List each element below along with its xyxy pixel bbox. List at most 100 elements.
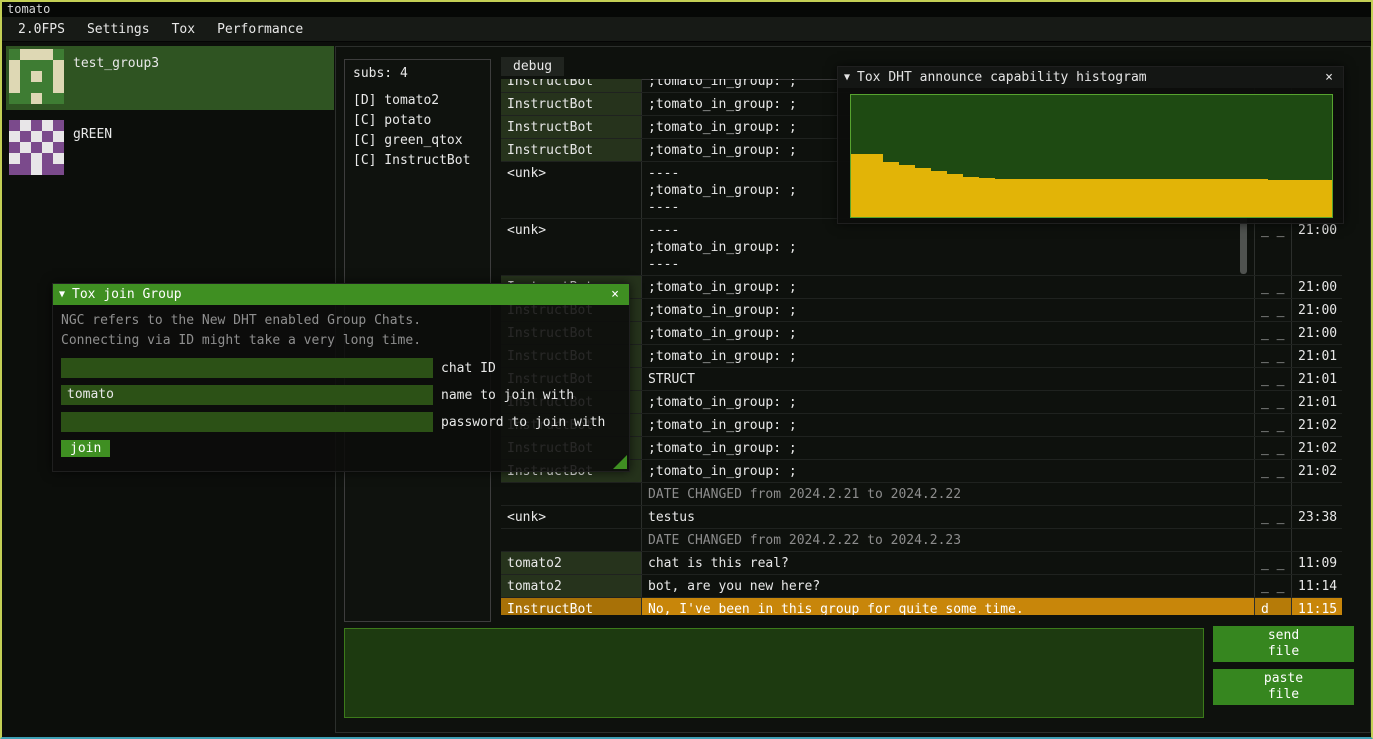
message-text-cell: ;tomato_in_group: ; — [641, 460, 1254, 482]
status-cell — [1254, 529, 1291, 551]
close-icon[interactable]: × — [607, 287, 623, 302]
member-item: [C] InstructBot — [353, 151, 490, 171]
status-cell: _ _ — [1254, 322, 1291, 344]
join-group-titlebar[interactable]: ▼ Tox join Group × — [53, 284, 629, 305]
histogram-bar — [995, 179, 1011, 217]
message-text-cell: ---- ;tomato_in_group: ; ---- — [641, 219, 1254, 275]
dht-histogram-window: ▼ Tox DHT announce capability histogram … — [837, 66, 1344, 224]
group-name: gREEN — [73, 127, 112, 142]
histogram-bar — [851, 154, 867, 217]
sender-cell: InstructBot — [501, 598, 641, 615]
status-cell: _ _ — [1254, 276, 1291, 298]
histogram-bar — [1124, 179, 1140, 217]
sender-cell: tomato2 — [501, 575, 641, 597]
histogram-bar — [1236, 179, 1252, 217]
message-row: InstructBotNo, I've been in this group f… — [501, 598, 1342, 615]
time-cell: 23:38 — [1291, 506, 1342, 528]
status-cell: _ _ — [1254, 575, 1291, 597]
join-fields: chat IDtomatoname to join withpassword t… — [53, 358, 629, 432]
join-name-input[interactable]: tomato — [61, 385, 433, 405]
collapse-arrow-icon[interactable]: ▼ — [844, 72, 850, 83]
histogram-bar — [963, 177, 979, 217]
time-cell — [1291, 529, 1342, 551]
sender-cell: tomato2 — [501, 552, 641, 574]
sender-cell: InstructBot — [501, 116, 641, 138]
group-avatar — [9, 49, 64, 104]
group-item-green[interactable]: gREEN — [6, 117, 334, 181]
date-separator-row: DATE CHANGED from 2024.2.21 to 2024.2.22 — [501, 483, 1342, 506]
member-item: [C] potato — [353, 111, 490, 131]
join-name-label: name to join with — [441, 388, 574, 403]
join-info-line-1: NGC refers to the New DHT enabled Group … — [53, 305, 629, 331]
time-cell: 21:01 — [1291, 391, 1342, 413]
menu-item-performance[interactable]: Performance — [207, 20, 313, 39]
app-window: tomato 2.0FPSSettingsToxPerformance test… — [0, 0, 1373, 739]
tab-debug[interactable]: debug — [501, 57, 564, 76]
time-cell: 11:15 — [1291, 598, 1342, 615]
status-cell: _ _ — [1254, 299, 1291, 321]
time-cell: 21:01 — [1291, 368, 1342, 390]
date-separator-row: DATE CHANGED from 2024.2.22 to 2024.2.23 — [501, 529, 1342, 552]
status-cell: _ _ — [1254, 345, 1291, 367]
status-cell: _ _ — [1254, 506, 1291, 528]
histogram-bar — [915, 168, 931, 217]
message-text-cell: ;tomato_in_group: ; — [641, 414, 1254, 436]
time-cell: 21:00 — [1291, 219, 1342, 275]
chat-id-input[interactable] — [61, 358, 433, 378]
histogram-bar — [1091, 179, 1107, 217]
histogram-bar — [1284, 180, 1300, 217]
menu-item-2-0fps[interactable]: 2.0FPS — [8, 20, 75, 39]
status-cell: _ _ — [1254, 414, 1291, 436]
histogram-bar — [899, 165, 915, 217]
message-text-cell: bot, are you new here? — [641, 575, 1254, 597]
status-cell: _ _ — [1254, 552, 1291, 574]
histogram-bar — [1220, 179, 1236, 217]
group-name: test_group3 — [73, 56, 159, 71]
sender-cell: <unk> — [501, 506, 641, 528]
histogram-bar — [867, 154, 883, 217]
menu-bar: 2.0FPSSettingsToxPerformance — [2, 17, 1371, 42]
status-cell: _ _ — [1254, 368, 1291, 390]
send-file-button[interactable]: send file — [1213, 626, 1354, 662]
menu-item-settings[interactable]: Settings — [77, 20, 160, 39]
resize-grip[interactable] — [613, 455, 627, 469]
message-text-cell: ;tomato_in_group: ; — [641, 345, 1254, 367]
join-button[interactable]: join — [61, 440, 110, 457]
message-text-cell: ;tomato_in_group: ; — [641, 299, 1254, 321]
message-text-cell: DATE CHANGED from 2024.2.21 to 2024.2.22 — [641, 483, 1254, 505]
menu-item-tox[interactable]: Tox — [162, 20, 205, 39]
message-row: <unk>testus_ _23:38 — [501, 506, 1342, 529]
status-cell: _ _ — [1254, 219, 1291, 275]
dht-histogram-titlebar[interactable]: ▼ Tox DHT announce capability histogram … — [838, 67, 1343, 88]
status-cell: d — [1254, 598, 1291, 615]
dht-histogram-title: Tox DHT announce capability histogram — [857, 70, 1147, 85]
sender-cell: <unk> — [501, 162, 641, 218]
group-avatar — [9, 120, 64, 175]
time-cell: 21:02 — [1291, 437, 1342, 459]
histogram-bar — [979, 178, 995, 217]
histogram-bar — [947, 174, 963, 217]
time-cell: 21:02 — [1291, 460, 1342, 482]
sender-cell — [501, 483, 641, 505]
time-cell: 21:00 — [1291, 299, 1342, 321]
sender-cell — [501, 529, 641, 551]
message-text-cell: chat is this real? — [641, 552, 1254, 574]
sender-cell: <unk> — [501, 219, 641, 275]
status-cell: _ _ — [1254, 460, 1291, 482]
titlebar: tomato — [2, 2, 1371, 17]
histogram-bar — [931, 171, 947, 217]
message-input[interactable] — [344, 628, 1204, 718]
join-group-title: Tox join Group — [72, 287, 182, 302]
join-password-input[interactable] — [61, 412, 433, 432]
join-group-window: ▼ Tox join Group × NGC refers to the New… — [52, 283, 630, 472]
join-password-label: password to join with — [441, 415, 605, 430]
close-icon[interactable]: × — [1321, 70, 1337, 85]
message-text-cell: ;tomato_in_group: ; — [641, 276, 1254, 298]
time-cell: 11:14 — [1291, 575, 1342, 597]
histogram-plot — [850, 94, 1333, 218]
paste-file-button[interactable]: paste file — [1213, 669, 1354, 705]
window-title: tomato — [7, 2, 50, 16]
collapse-arrow-icon[interactable]: ▼ — [59, 289, 65, 300]
group-item-test-group3[interactable]: test_group3 — [6, 46, 334, 110]
histogram-bar — [1316, 180, 1332, 217]
